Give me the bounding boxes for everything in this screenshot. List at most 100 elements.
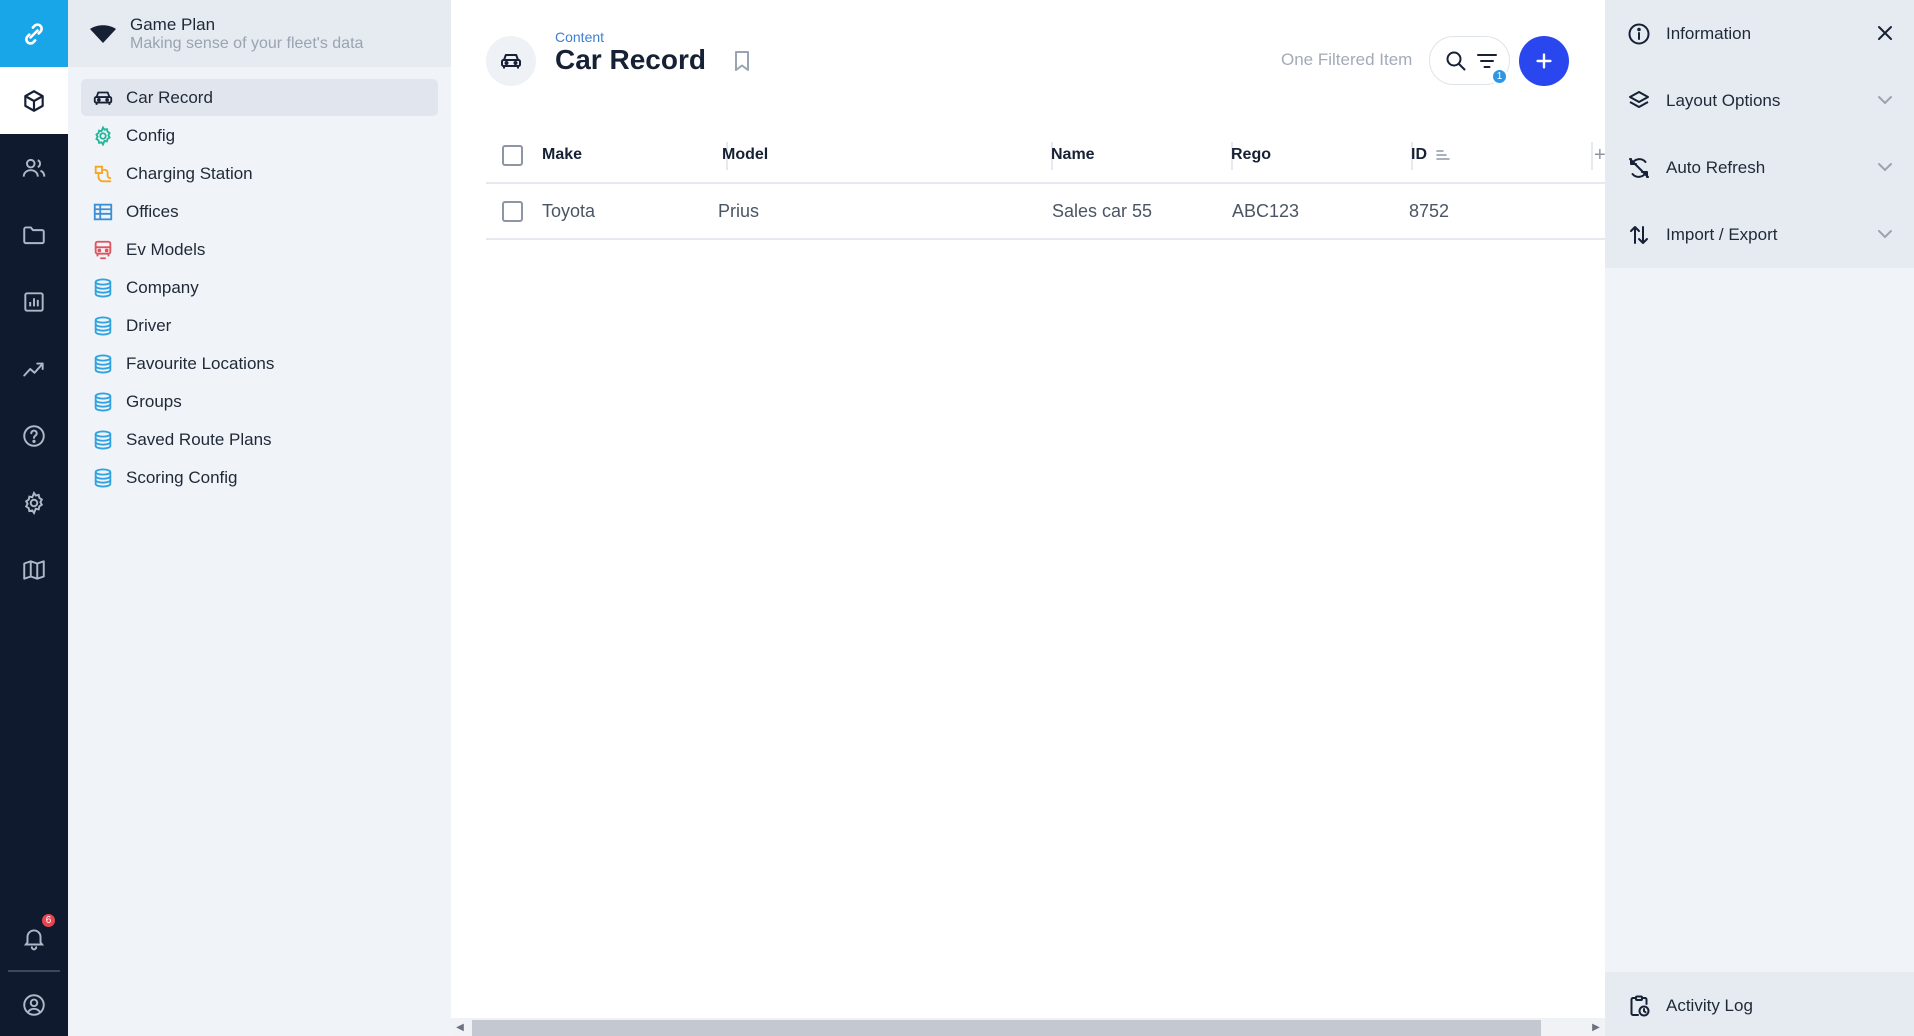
project-header[interactable]: Game Plan Making sense of your fleet's d… [68, 0, 451, 67]
rail-account-button[interactable] [0, 971, 68, 1036]
panel-item-layout-options[interactable]: Layout Options [1605, 67, 1914, 134]
search-icon[interactable] [1444, 49, 1468, 73]
sidebar-item-label: Offices [126, 201, 179, 221]
car-outline-icon [91, 238, 115, 262]
sidebar-item-car-record[interactable]: Car Record [81, 79, 438, 116]
rail-notifications-button[interactable] [0, 904, 68, 971]
page-title: Car Record [555, 44, 706, 75]
sidebar-item-config[interactable]: Config [81, 117, 438, 154]
chevron-down-icon [1878, 96, 1892, 105]
panel-sections: Information Layout Options Auto Refresh … [1605, 0, 1914, 268]
panel-item-label: Layout Options [1666, 90, 1781, 110]
scroll-left-arrow[interactable]: ◀ [453, 1020, 467, 1034]
logo-icon [25, 22, 43, 45]
sidebar-item-label: Car Record [126, 87, 213, 107]
info-icon [1626, 21, 1652, 47]
sidebar-item-label: Charging Station [126, 163, 253, 183]
sidebar-item-company[interactable]: Company [81, 269, 438, 306]
sidebar-item-offices[interactable]: Offices [81, 193, 438, 230]
collection-list: Car Record Config Charging Station Offic… [68, 67, 451, 496]
collections-sidebar: Game Plan Making sense of your fleet's d… [68, 0, 451, 1036]
chevron-down-icon [1878, 163, 1892, 172]
bell-icon [23, 928, 45, 950]
panel-item-import-export[interactable]: Import / Export [1605, 201, 1914, 268]
sidebar-item-label: Config [126, 125, 176, 145]
table-row[interactable]: Toyota Prius Sales car 55 ABC123 8752 [486, 184, 1605, 240]
settings-icon [24, 490, 44, 515]
database-icon [91, 390, 115, 414]
database-icon [91, 276, 115, 300]
collection-icon [486, 36, 536, 86]
database-icon [91, 466, 115, 490]
cell-model: Prius [718, 200, 760, 221]
panel-item-label: Information [1666, 23, 1752, 43]
search-filter-control: 1 [1429, 36, 1510, 85]
rail-users-button[interactable] [0, 134, 68, 201]
sidebar-item-label: Driver [126, 315, 172, 335]
row-checkbox[interactable] [502, 201, 523, 222]
column-header-model[interactable]: Model [722, 128, 768, 182]
gear-icon [91, 124, 115, 148]
breadcrumb[interactable]: Content [555, 29, 604, 45]
sidebar-panel: Information Layout Options Auto Refresh … [1605, 0, 1914, 1036]
sidebar-item-scoring-config[interactable]: Scoring Config [81, 459, 438, 496]
sidebar-item-driver[interactable]: Driver [81, 307, 438, 344]
layers-icon [1626, 88, 1652, 114]
page-header: Content Car Record One Filtered Item 1 [451, 0, 1605, 120]
column-header-name[interactable]: Name [1051, 128, 1095, 182]
sidebar-item-label: Saved Route Plans [126, 429, 272, 449]
sort-icon [1436, 150, 1450, 160]
car-icon [91, 86, 115, 110]
panel-item-auto-refresh[interactable]: Auto Refresh [1605, 134, 1914, 201]
filter-count-badge: 1 [1491, 68, 1508, 85]
sidebar-item-charging-station[interactable]: Charging Station [81, 155, 438, 192]
database-icon [91, 428, 115, 452]
plus-icon [1536, 53, 1552, 69]
users-icon [22, 158, 46, 177]
rail-help-button[interactable] [0, 402, 68, 469]
column-header-rego[interactable]: Rego [1231, 128, 1271, 182]
rail-files-button[interactable] [0, 201, 68, 268]
rail-activity-button[interactable] [0, 335, 68, 402]
user-circle-icon [23, 993, 45, 1016]
column-resize-handle[interactable] [1591, 142, 1593, 170]
column-header-id-label: ID [1411, 146, 1427, 163]
table-header-row: Make Model Name Rego ID + [486, 128, 1606, 184]
ev-charger-icon [91, 162, 115, 186]
activity-icon [23, 362, 44, 376]
scroll-right-arrow[interactable]: ▶ [1589, 1020, 1603, 1034]
sidebar-item-label: Scoring Config [126, 467, 238, 487]
panel-item-information[interactable]: Information [1605, 0, 1914, 67]
create-item-button[interactable] [1519, 36, 1569, 86]
column-header-make[interactable]: Make [542, 128, 582, 182]
cell-id: 8752 [1409, 200, 1450, 221]
rail-insights-button[interactable] [0, 268, 68, 335]
sidebar-item-label: Groups [126, 391, 182, 411]
cell-rego: ABC123 [1232, 200, 1300, 221]
sidebar-item-ev-models[interactable]: Ev Models [81, 231, 438, 268]
panel-item-label: Import / Export [1666, 224, 1778, 244]
rail-map-button[interactable] [0, 536, 68, 603]
panel-item-activity-log[interactable]: Activity Log [1605, 972, 1914, 1036]
import-export-icon [1626, 222, 1652, 248]
activity-log[interactable]: Activity Log [1605, 972, 1914, 1036]
close-icon[interactable] [1873, 21, 1897, 45]
rail-content-button[interactable] [0, 67, 68, 134]
sidebar-item-groups[interactable]: Groups [81, 383, 438, 420]
clipboard-clock-icon [1626, 993, 1652, 1019]
project-tagline: Making sense of your fleet's data [130, 34, 364, 52]
scrollbar-thumb[interactable] [472, 1020, 1541, 1036]
column-header-id[interactable]: ID [1411, 128, 1451, 182]
rail-settings-button[interactable] [0, 469, 68, 536]
bookmark-icon[interactable] [730, 49, 754, 73]
horizontal-scrollbar[interactable]: ◀ ▶ [451, 1018, 1605, 1036]
sidebar-item-label: Ev Models [126, 239, 206, 259]
app-logo[interactable] [0, 0, 68, 67]
add-field-button[interactable]: + [1594, 128, 1606, 182]
content-icon [24, 89, 44, 112]
select-all-checkbox[interactable] [502, 145, 523, 166]
sidebar-item-favourite-locations[interactable]: Favourite Locations [81, 345, 438, 382]
sidebar-item-saved-route-plans[interactable]: Saved Route Plans [81, 421, 438, 458]
database-icon [91, 352, 115, 376]
database-icon [91, 314, 115, 338]
